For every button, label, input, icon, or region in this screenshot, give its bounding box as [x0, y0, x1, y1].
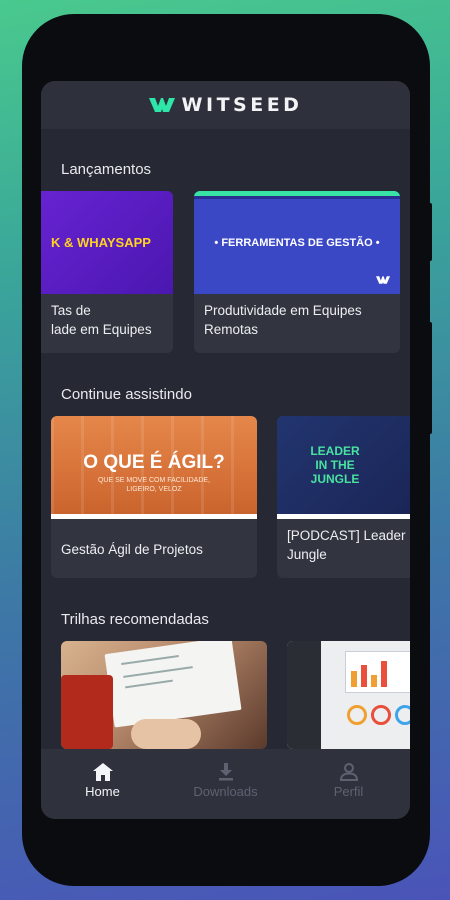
tab-perfil-label: Perfil — [333, 784, 364, 799]
brand-logo: WITSEED — [148, 94, 303, 116]
track-card[interactable] — [61, 641, 267, 749]
carousel-lancamentos[interactable]: K & WHAYSAPP Tas de lade em Equipes • FE… — [41, 191, 410, 353]
course-title: Gestão Ágil de Projetos — [61, 542, 203, 557]
home-icon — [92, 763, 113, 781]
tab-downloads[interactable]: Downloads — [164, 749, 287, 819]
witseed-logo-icon — [148, 98, 175, 112]
carousel-continue-assistindo[interactable]: O QUE É ÁGIL? QUE SE MOVE COM FACILIDADE… — [41, 416, 410, 578]
course-title: Tas de lade em Equipes — [51, 303, 152, 337]
course-card[interactable]: O QUE É ÁGIL? QUE SE MOVE COM FACILIDADE… — [51, 416, 257, 578]
download-icon — [218, 763, 233, 781]
course-title: Produtividade em Equipes Remotas — [204, 303, 362, 337]
section-title-continue-assistindo: Continue assistindo — [61, 386, 192, 403]
tab-home-label: Home — [85, 784, 120, 799]
course-card[interactable]: K & WHAYSAPP Tas de lade em Equipes — [41, 191, 173, 353]
section-title-trilhas-recomendadas: Trilhas recomendadas — [61, 611, 209, 628]
course-thumbnail: • FERRAMENTAS DE GESTÃO • — [194, 191, 400, 294]
thumbnail-text: • FERRAMENTAS DE GESTÃO • — [214, 237, 380, 249]
course-thumbnail: K & WHAYSAPP — [41, 191, 173, 294]
brand-name: WITSEED — [181, 94, 303, 116]
course-title: [PODCAST] Leader Jungle — [287, 528, 406, 562]
course-thumbnail: O QUE É ÁGIL? QUE SE MOVE COM FACILIDADE… — [51, 416, 257, 519]
section-title-lancamentos: Lançamentos — [61, 161, 152, 178]
phone-side-button — [428, 322, 432, 434]
track-card[interactable] — [287, 641, 410, 749]
thumbnail-text: O QUE É ÁGIL? — [83, 452, 225, 473]
course-card[interactable]: • FERRAMENTAS DE GESTÃO • Produtividade … — [194, 191, 400, 353]
track-thumbnail — [61, 641, 267, 749]
course-thumbnail: LEADER IN THE JUNGLE — [277, 416, 410, 519]
course-card[interactable]: LEADER IN THE JUNGLE [PODCAST] Leader Ju… — [277, 416, 410, 578]
tab-perfil[interactable]: Perfil — [287, 749, 410, 819]
tab-home[interactable]: Home — [41, 749, 164, 819]
app-screen: WITSEED Lançamentos K & WHAYSAPP Tas de … — [41, 81, 410, 819]
bottom-navigation: Home Downloads Perfil — [41, 749, 410, 819]
app-header: WITSEED — [41, 81, 410, 129]
thumbnail-text: K & WHAYSAPP — [51, 235, 151, 250]
person-icon — [339, 763, 358, 781]
thumbnail-subtext: QUE SE MOVE COM FACILIDADE, LIGEIRO, VEL… — [97, 477, 211, 493]
track-thumbnail — [287, 641, 410, 749]
carousel-trilhas-recomendadas[interactable] — [41, 641, 410, 749]
phone-side-button — [428, 203, 432, 261]
tab-downloads-label: Downloads — [193, 784, 258, 799]
witseed-watermark-icon — [376, 276, 390, 284]
thumbnail-text: LEADER IN THE JUNGLE — [310, 444, 360, 486]
